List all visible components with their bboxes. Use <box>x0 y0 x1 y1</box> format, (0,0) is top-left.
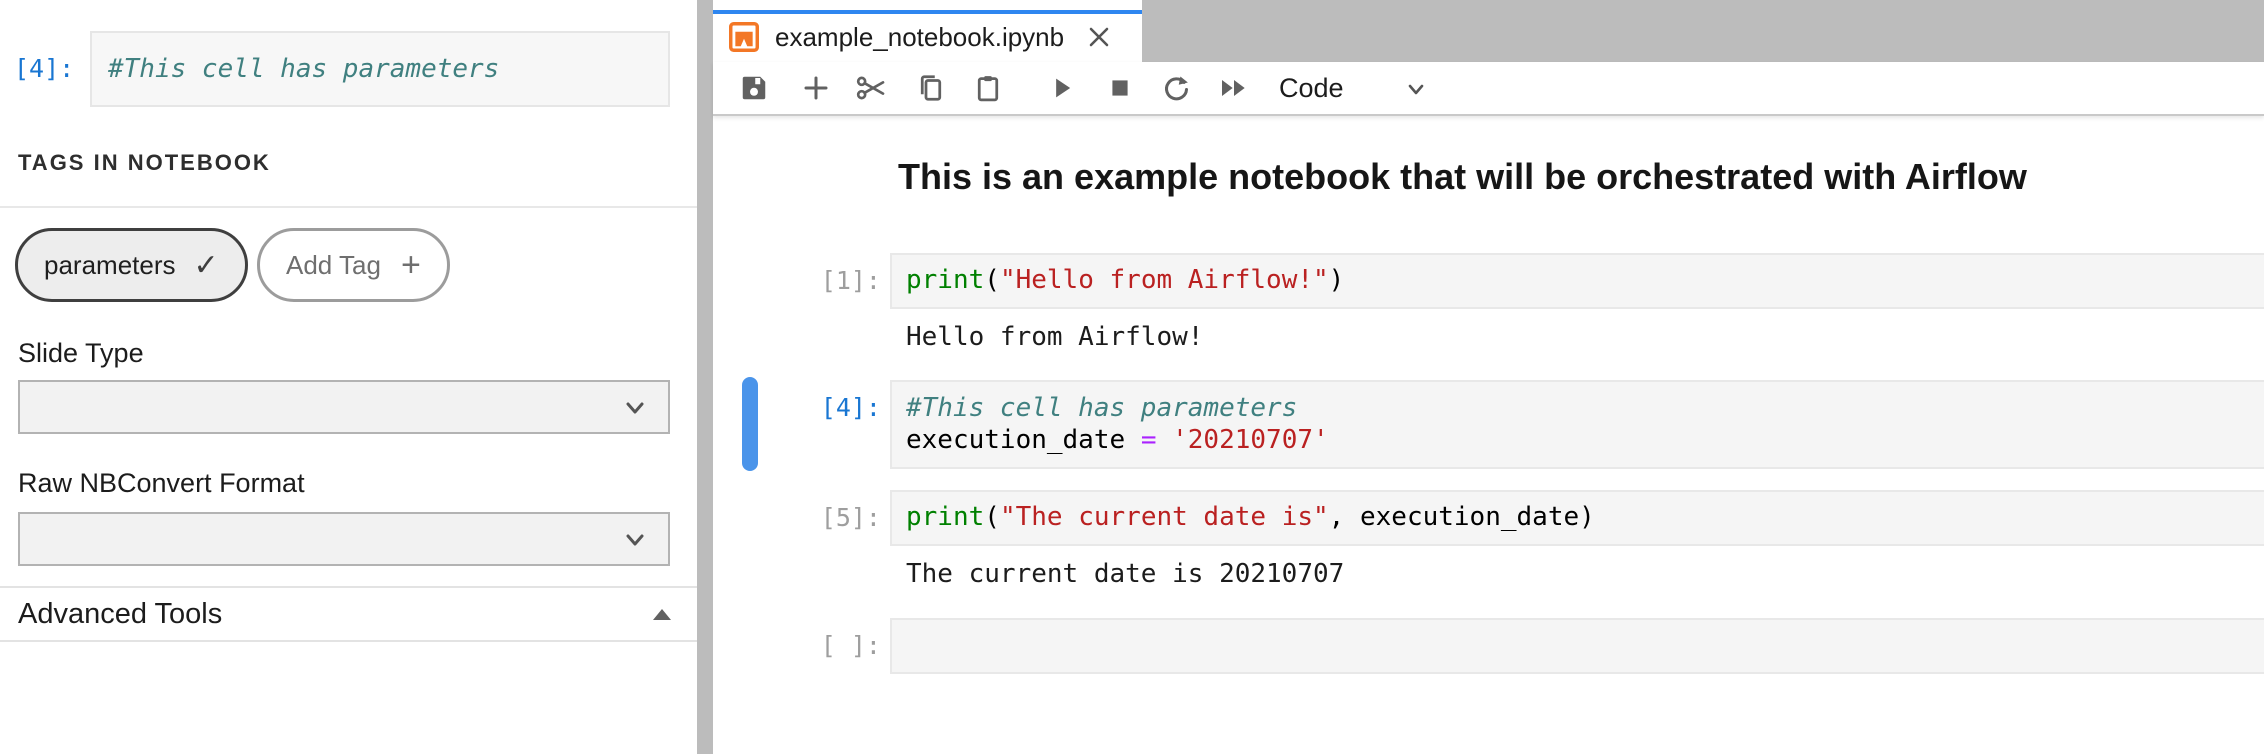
slide-type-select[interactable] <box>18 380 670 434</box>
cut-cells-button[interactable] <box>852 62 890 114</box>
preview-cell-editor[interactable]: #This cell has parameters <box>90 31 670 107</box>
tag-pill-label: parameters <box>44 250 176 281</box>
code-cell-input[interactable]: print("The current date is", execution_d… <box>890 490 2264 546</box>
run-all-button[interactable] <box>1215 62 1253 114</box>
insert-cell-button[interactable] <box>797 62 835 114</box>
scissors-icon <box>855 72 887 104</box>
restart-kernel-button[interactable] <box>1157 62 1195 114</box>
slide-type-label: Slide Type <box>18 338 144 369</box>
save-icon <box>739 73 769 103</box>
preview-cell-prompt: [4]: <box>14 54 88 83</box>
run-cell-button[interactable] <box>1043 62 1081 114</box>
tab-title: example_notebook.ipynb <box>775 22 1064 53</box>
paste-cells-button[interactable] <box>969 62 1007 114</box>
chevron-down-icon[interactable] <box>1403 76 1429 102</box>
jupyterlab-window: [4]: #This cell has parameters TAGS IN N… <box>0 0 2264 754</box>
code-cell-input[interactable]: #This cell has parametersexecution_date … <box>890 380 2264 469</box>
chevron-down-icon <box>622 394 648 420</box>
check-icon: ✓ <box>194 248 219 283</box>
preview-cell-code: #This cell has parameters <box>108 54 499 84</box>
code-cell-input[interactable]: print("Hello from Airflow!") <box>890 253 2264 309</box>
copy-cells-button[interactable] <box>912 62 950 114</box>
restart-icon <box>1161 73 1191 103</box>
interrupt-kernel-button[interactable] <box>1101 62 1139 114</box>
chevron-down-icon <box>622 526 648 552</box>
tags-section-divider <box>0 206 697 208</box>
cell-prompt: [1]: <box>795 266 881 295</box>
cell-prompt: [5]: <box>795 503 881 532</box>
advanced-tools-label: Advanced Tools <box>18 598 653 631</box>
advanced-tools-header[interactable]: Advanced Tools <box>0 586 697 642</box>
plus-icon <box>801 73 831 103</box>
run-icon <box>1048 74 1076 102</box>
save-button[interactable] <box>735 62 773 114</box>
code-cell-input-empty[interactable] <box>890 618 2264 674</box>
add-tag-button[interactable]: Add Tag + <box>257 228 450 302</box>
plus-icon: + <box>401 248 421 282</box>
tab-active-accent-bar <box>713 10 1142 14</box>
fast-forward-icon <box>1218 72 1250 104</box>
markdown-heading: This is an example notebook that will be… <box>898 156 2027 198</box>
main-dock-panel: example_notebook.ipynb <box>713 0 2264 754</box>
panel-splitter[interactable] <box>697 0 713 754</box>
notebook-toolbar: Code <box>713 62 2264 116</box>
notebook-file-icon <box>729 22 759 52</box>
cell-prompt: [4]: <box>795 393 881 422</box>
cell-output: The current date is 20210707 <box>906 559 1344 589</box>
cell-prompt: [ ]: <box>795 631 881 660</box>
copy-icon <box>916 73 946 103</box>
cell-output: Hello from Airflow! <box>906 322 1203 352</box>
add-tag-label: Add Tag <box>286 250 381 281</box>
cell-type-select[interactable]: Code <box>1279 62 1344 114</box>
stop-icon <box>1107 75 1133 101</box>
property-inspector-sidebar: [4]: #This cell has parameters TAGS IN N… <box>0 0 697 754</box>
paste-icon <box>973 73 1003 103</box>
raw-nbconvert-label: Raw NBConvert Format <box>18 468 305 499</box>
raw-nbconvert-select[interactable] <box>18 512 670 566</box>
tags-in-notebook-header: TAGS IN NOTEBOOK <box>18 150 271 176</box>
tag-pill-parameters[interactable]: parameters ✓ <box>15 228 248 302</box>
close-icon[interactable] <box>1086 24 1112 50</box>
cell-collapser-active[interactable] <box>742 377 758 471</box>
caret-up-icon <box>653 609 671 620</box>
